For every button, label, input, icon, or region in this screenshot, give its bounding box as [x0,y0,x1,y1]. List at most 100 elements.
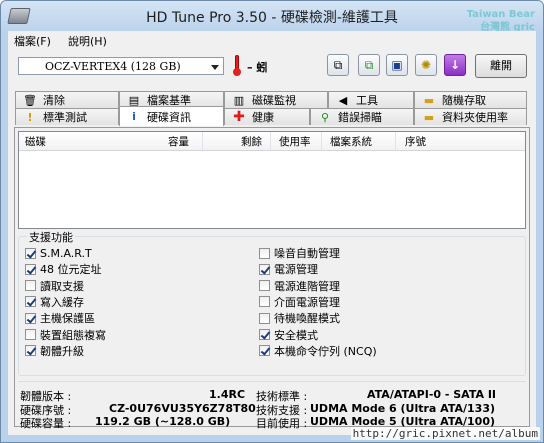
feature-label: S.M.A.R.T [40,246,92,260]
feature-checkbox[interactable]: 電源管理 [259,261,318,277]
feature-label: 韌體升級 [40,344,84,358]
capacity-label: 硬碟容量 : [20,417,72,430]
info-panel: 磁碟 容量 剩餘 使用率 檔案系統 序號 支援功能 S.M.A.R.T 48 位元… [14,127,530,430]
tab-label: 隨機存取 [442,94,486,107]
feature-checkbox[interactable]: 裝置組態複寫 [25,327,106,343]
feature-label: 待機喚醒模式 [274,312,340,326]
column-header[interactable]: 使用率 [279,134,311,149]
app-window: HD Tune Pro 3.50 - 硬碟檢測-維護工具 Taiwan Bear… [0,0,544,443]
feature-checkbox[interactable]: 主機保護區 [25,310,95,326]
copy-text-button[interactable]: ⧉ [327,54,349,76]
checkbox-icon[interactable] [25,345,36,357]
feature-label: 介面電源管理 [274,295,340,309]
drive-dropdown-value: OCZ-VERTEX4 (128 GB) [45,60,181,73]
gear-icon: ✺ [420,58,432,72]
tab-tools[interactable]: ◀ 工具 [328,91,414,108]
feature-checkbox[interactable]: 48 位元定址 [25,261,102,277]
tab-label: 錯誤掃瞄 [338,111,382,124]
copy-all-icon: ⧉ [364,57,374,72]
checkbox-icon[interactable] [259,312,270,324]
checkbox-icon[interactable] [25,329,36,340]
feature-checkbox[interactable]: 寫入緩存 [25,294,84,310]
save-icon: ▣ [391,58,403,72]
drive-dropdown[interactable]: OCZ-VERTEX4 (128 GB) [18,57,224,75]
file-icon: ▤ [128,93,140,107]
checkbox-icon[interactable] [259,280,270,292]
tab-erase[interactable]: 🗑 清除 [15,91,119,108]
feature-checkbox[interactable]: 噪音自動管理 [259,245,340,261]
tab-label: 標準測試 [43,111,87,124]
feature-label: 裝置組態複寫 [40,328,106,342]
temperature-readout: – 蚓 [247,61,268,74]
feature-checkbox[interactable]: 介面電源管理 [259,294,340,310]
speaker-icon: ◀ [338,93,348,107]
feature-checkbox[interactable]: 電源進階管理 [259,278,340,294]
feature-label: 寫入緩存 [40,295,84,309]
checkbox-icon[interactable] [259,296,270,308]
tab-disk-monitor[interactable]: ▥ 磁碟監視 [224,91,328,108]
checkbox-icon[interactable] [259,329,270,340]
feature-label: 本機命令佇列 (NCQ) [274,344,377,358]
info-row: 韌體版本 : 1.4RC 技術標準 : ATA/ATAPI-0 - SATA I… [18,388,526,403]
checkbox-icon[interactable] [25,263,36,275]
options-button[interactable]: ✺ [415,54,437,76]
feature-checkbox[interactable]: S.M.A.R.T [25,245,92,261]
checkbox-icon[interactable] [259,263,270,275]
feature-checkbox[interactable]: 待機喚醒模式 [259,310,340,326]
feature-label: 讀取支援 [40,279,84,293]
tab-info[interactable]: i 硬碟資訊 [119,106,224,126]
column-header[interactable]: 序號 [405,134,426,149]
feature-label: 主機保護區 [40,312,95,326]
toolbar: OCZ-VERTEX4 (128 GB) – 蚓 ⧉ ⧉ ▣ ✺ ↓ 離開 [8,49,536,85]
folder-icon: ▬ [423,93,435,107]
folder-icon: ▬ [423,110,435,124]
checkbox-icon[interactable] [259,247,270,259]
feature-checkbox[interactable]: 讀取支援 [25,278,84,294]
watermark-line: Taiwan Bear [466,9,535,20]
exit-button[interactable]: 離開 [475,54,527,78]
feature-checkbox[interactable]: 安全模式 [259,327,318,343]
features-group: 支援功能 S.M.A.R.T 48 位元定址 讀取支援寫入緩存主機保護區裝置組態複寫… [18,229,526,376]
column-header[interactable]: 容量 [168,134,189,149]
checkbox-icon[interactable] [25,312,36,324]
title-bar[interactable]: HD Tune Pro 3.50 - 硬碟檢測-維護工具 Taiwan Bear… [1,1,543,33]
menu-file[interactable]: 檔案(F) [14,33,51,49]
window-title: HD Tune Pro 3.50 - 硬碟檢測-維護工具 [146,10,398,26]
partition-list[interactable]: 磁碟 容量 剩餘 使用率 檔案系統 序號 [18,131,526,229]
feature-label: 電源進階管理 [274,279,340,293]
menu-help[interactable]: 說明(H) [68,33,107,49]
checkbox-icon[interactable] [25,247,36,259]
info-icon: i [132,110,136,123]
tab-random-access[interactable]: ▬ 隨機存取 [414,91,527,108]
supported-value: UDMA Mode 6 (Ultra ATA/133) [310,402,495,415]
tab-health[interactable]: ✚ 健康 [224,108,310,125]
feature-label: 噪音自動管理 [274,247,340,260]
trash-icon: 🗑 [23,93,37,107]
copy-info-button[interactable]: ⧉ [358,54,380,76]
column-header[interactable]: 檔案系統 [330,134,372,149]
info-row: 硬碟序號 : CZ-0U76VU35Y6Z78T80 技術支援 : UDMA M… [18,402,526,417]
copy-icon: ⧉ [333,57,343,72]
tab-label: 清除 [43,94,65,107]
tab-label: 工具 [356,94,378,107]
list-header: 磁碟 容量 剩餘 使用率 檔案系統 序號 [19,132,525,151]
bar-chart-icon: ▥ [233,93,245,107]
thermometer-icon [233,55,241,77]
exclamation-icon: ! [27,110,33,124]
save-button[interactable]: ▣ [386,54,408,76]
tab-benchmark[interactable]: ! 標準測試 [15,108,119,125]
tab-folder-usage[interactable]: ▬ 資料夾使用率 [414,108,527,125]
feature-checkbox[interactable]: 韌體升級 [25,343,84,359]
download-button[interactable]: ↓ [444,54,466,76]
checkbox-icon[interactable] [25,296,36,308]
arrow-down-icon: ↓ [449,58,461,72]
checkbox-icon[interactable] [25,280,36,292]
column-header[interactable]: 剩餘 [241,134,262,149]
tab-error-scan[interactable]: ⚲ 錯誤掃瞄 [310,108,414,125]
checkbox-icon[interactable] [259,345,270,357]
red-cross-icon: ✚ [233,109,245,125]
feature-checkbox[interactable]: 本機命令佇列 (NCQ) [259,343,377,359]
column-header[interactable]: 磁碟 [25,134,46,149]
features-label: 支援功能 [27,229,75,245]
url-watermark: http://gric.pixnet.net/album [350,427,540,440]
